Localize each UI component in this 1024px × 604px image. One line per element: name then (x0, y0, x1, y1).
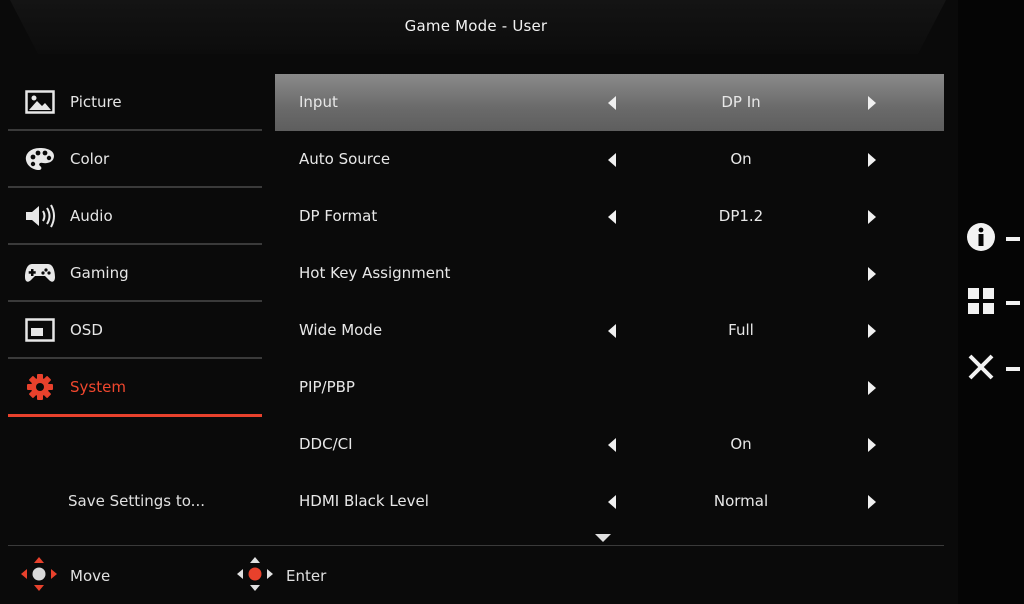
arrow-right-icon[interactable] (868, 210, 876, 224)
sidebar-item-label: OSD (70, 320, 103, 339)
grid-menu-icon (966, 286, 996, 320)
setting-name: Wide Mode (299, 321, 383, 339)
hw-button-dash (1006, 301, 1020, 305)
setting-name: HDMI Black Level (299, 492, 429, 510)
dpad-enter-icon (236, 556, 274, 596)
setting-row-hot-key-assignment[interactable]: Hot Key Assignment (275, 245, 944, 302)
footer-divider (8, 545, 944, 546)
setting-name: PIP/PBP (299, 378, 355, 396)
setting-name: Auto Source (299, 150, 391, 168)
setting-row-input[interactable]: Input DP In (275, 74, 944, 131)
sidebar-item-gaming[interactable]: Gaming (8, 245, 262, 302)
setting-value: DP In (721, 93, 761, 111)
arrow-right-icon[interactable] (868, 495, 876, 509)
setting-value: Full (728, 321, 754, 339)
dpad-move-icon (20, 556, 58, 596)
osd-window-icon (24, 317, 56, 343)
arrow-left-icon[interactable] (608, 96, 616, 110)
page-title: Game Mode - User (404, 17, 548, 35)
speaker-icon (24, 203, 56, 229)
hint-label: Enter (286, 567, 327, 585)
sidebar-item-audio[interactable]: Audio (8, 188, 262, 245)
sidebar-item-label: Picture (70, 92, 122, 111)
arrow-left-icon[interactable] (608, 210, 616, 224)
setting-name: DDC/CI (299, 435, 353, 453)
osd-screen: Game Mode - User Picture Color Audio Gam… (0, 0, 958, 604)
info-icon (966, 222, 996, 256)
sidebar-item-label: System (70, 377, 126, 396)
hw-button-dash (1006, 367, 1020, 371)
sidebar: Picture Color Audio Gaming OSD System (8, 74, 262, 417)
arrow-right-icon[interactable] (868, 267, 876, 281)
gear-icon (24, 373, 56, 400)
setting-value: DP1.2 (718, 207, 764, 225)
settings-list: Input DP In Auto Source On DP Format DP1… (275, 74, 944, 530)
gamepad-icon (24, 260, 56, 286)
sidebar-item-color[interactable]: Color (8, 131, 262, 188)
setting-value: Normal (713, 492, 769, 510)
arrow-left-icon[interactable] (608, 324, 616, 338)
arrow-left-icon[interactable] (608, 495, 616, 509)
sidebar-item-osd[interactable]: OSD (8, 302, 262, 359)
sidebar-item-picture[interactable]: Picture (8, 74, 262, 131)
arrow-left-icon[interactable] (608, 153, 616, 167)
setting-value: On (730, 150, 752, 168)
arrow-right-icon[interactable] (868, 96, 876, 110)
arrow-left-icon[interactable] (608, 438, 616, 452)
hw-button-dash (1006, 237, 1020, 241)
setting-name: Hot Key Assignment (299, 264, 451, 282)
setting-row-wide-mode[interactable]: Wide Mode Full (275, 302, 944, 359)
setting-row-auto-source[interactable]: Auto Source On (275, 131, 944, 188)
arrow-right-icon[interactable] (868, 438, 876, 452)
setting-value: On (730, 435, 752, 453)
hint-enter: Enter (236, 556, 327, 596)
setting-row-dp-format[interactable]: DP Format DP1.2 (275, 188, 944, 245)
hint-label: Move (70, 567, 111, 585)
arrow-right-icon[interactable] (868, 381, 876, 395)
setting-row-ddc-ci[interactable]: DDC/CI On (275, 416, 944, 473)
close-icon (966, 352, 996, 386)
setting-name: DP Format (299, 207, 378, 225)
hw-button-info[interactable] (966, 222, 1024, 256)
hw-button-close[interactable] (966, 352, 1024, 386)
sidebar-item-system[interactable]: System (8, 359, 262, 417)
setting-row-hdmi-black-level[interactable]: HDMI Black Level Normal (275, 473, 944, 530)
sidebar-item-label: Gaming (70, 263, 129, 282)
arrow-right-icon[interactable] (868, 324, 876, 338)
hw-button-menu[interactable] (966, 286, 1024, 320)
save-settings-item[interactable]: Save Settings to... (68, 492, 205, 510)
sidebar-item-label: Audio (70, 206, 113, 225)
scroll-down-icon[interactable] (595, 534, 611, 542)
hint-move: Move (20, 556, 111, 596)
sidebar-item-label: Color (70, 149, 110, 168)
setting-row-pip-pbp[interactable]: PIP/PBP (275, 359, 944, 416)
picture-icon (24, 89, 56, 115)
palette-icon (24, 146, 56, 172)
setting-name: Input (299, 93, 338, 111)
arrow-right-icon[interactable] (868, 153, 876, 167)
